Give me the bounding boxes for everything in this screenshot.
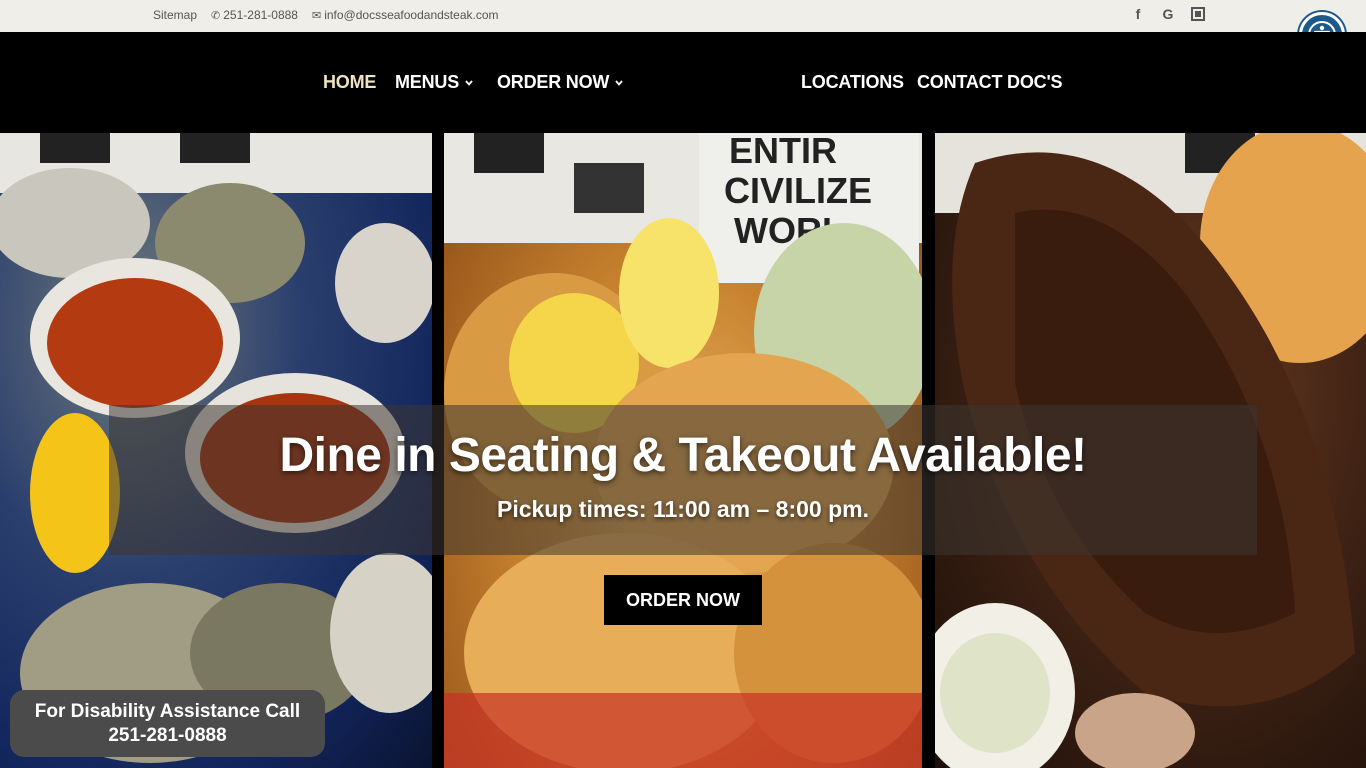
chevron-down-icon — [465, 79, 473, 86]
disability-assistance-badge[interactable]: For Disability Assistance Call 251-281-0… — [10, 690, 325, 757]
social-links: f G — [1131, 6, 1205, 22]
nav-order-now-label: ORDER NOW — [497, 72, 610, 92]
chevron-down-icon — [615, 79, 623, 86]
disability-line1: For Disability Assistance Call — [34, 701, 301, 722]
top-utility-bar: Sitemap ✆ 251-281-0888 ✉ info@docsseafoo… — [0, 0, 1366, 32]
google-my-business-icon[interactable] — [1191, 6, 1205, 22]
nav-locations[interactable]: LOCATIONS — [801, 72, 904, 93]
hero-headline: Dine in Seating & Takeout Available! — [279, 429, 1087, 482]
disability-phone: 251-281-0888 — [108, 725, 227, 746]
phone-link[interactable]: ✆ 251-281-0888 — [211, 8, 298, 22]
nav-home-label: HOME — [323, 72, 377, 92]
nav-locations-label: LOCATIONS — [801, 72, 904, 92]
nav-home[interactable]: HOME — [323, 72, 376, 93]
phone-icon: ✆ — [211, 9, 221, 22]
hero-subline: Pickup times: 11:00 am – 8:00 pm. — [496, 496, 869, 522]
order-now-button[interactable]: ORDER NOW — [604, 575, 762, 625]
email-address: info@docsseafoodandsteak.com — [324, 8, 499, 22]
phone-number: 251-281-0888 — [223, 8, 298, 22]
facebook-icon[interactable]: f — [1131, 6, 1145, 22]
nav-contact[interactable]: CONTACT DOC'S — [917, 72, 1063, 93]
nav-menus[interactable]: MENUS — [395, 72, 473, 93]
google-icon[interactable]: G — [1161, 6, 1175, 22]
sitemap-link[interactable]: Sitemap — [153, 8, 197, 22]
nav-order-now[interactable]: ORDER NOW — [497, 72, 623, 93]
main-nav: HOME MENUS ORDER NOW LOCATIONS CONTACT D… — [0, 32, 1366, 133]
svg-text:CIVILIZE: CIVILIZE — [724, 170, 872, 211]
mail-icon: ✉ — [311, 9, 322, 22]
svg-text:ENTIR: ENTIR — [729, 133, 837, 171]
top-links: Sitemap ✆ 251-281-0888 ✉ info@docsseafoo… — [153, 8, 513, 22]
email-link[interactable]: ✉ info@docsseafoodandsteak.com — [312, 8, 499, 22]
nav-contact-label: CONTACT DOC'S — [917, 72, 1063, 92]
nav-menus-label: MENUS — [395, 72, 460, 92]
